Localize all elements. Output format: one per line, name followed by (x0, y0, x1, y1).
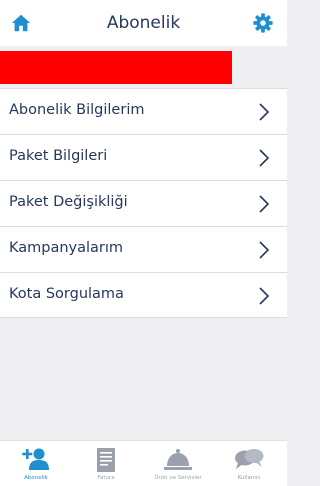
service-bell-icon (164, 449, 192, 470)
menu-item-campaigns[interactable]: Kampanyalarım (0, 226, 287, 272)
menu-item-label: Abonelik Bilgilerim (9, 102, 145, 118)
menu-item-label: Kampanyalarım (9, 240, 124, 256)
menu-item-quota-query[interactable]: Kota Sorgulama (0, 272, 287, 318)
tab-label: Kullanıcı (237, 475, 261, 481)
banner-area (0, 46, 287, 88)
menu-item-label: Kota Sorgulama (9, 286, 124, 302)
bottom-tab-bar: Abonelik Fatura Ürün ve Servisler Kullan… (0, 440, 287, 486)
top-header: Abonelik (0, 0, 287, 46)
tab-label: Fatura (97, 475, 115, 481)
app-screen: Abonelik Abonelik Bilgilerim Paket Bilgi… (0, 0, 287, 486)
tab-user[interactable]: Kullanıcı (213, 441, 285, 486)
invoice-icon (97, 448, 115, 472)
chevron-right-icon (259, 103, 270, 121)
tab-label: Abonelik (24, 475, 48, 481)
menu-item-label: Paket Bilgileri (9, 148, 108, 164)
gear-icon[interactable] (252, 12, 274, 34)
tab-products-services[interactable]: Ürün ve Servisler (142, 441, 214, 486)
chevron-right-icon (259, 287, 270, 305)
tab-label: Ürün ve Servisler (154, 475, 202, 481)
redacted-banner (0, 51, 232, 84)
menu-item-package-info[interactable]: Paket Bilgileri (0, 134, 287, 180)
chevron-right-icon (259, 241, 270, 259)
add-user-icon (22, 448, 49, 470)
menu-item-package-change[interactable]: Paket Değişikliği (0, 180, 287, 226)
menu-item-label: Paket Değişikliği (9, 194, 128, 210)
page-title: Abonelik (106, 13, 181, 33)
chevron-right-icon (259, 149, 270, 167)
tab-invoice[interactable]: Fatura (70, 441, 142, 486)
chat-bubbles-icon (235, 449, 264, 469)
chevron-right-icon (259, 195, 270, 213)
menu-item-subscription-info[interactable]: Abonelik Bilgilerim (0, 88, 287, 134)
tab-subscription[interactable]: Abonelik (0, 441, 72, 486)
subscription-menu: Abonelik Bilgilerim Paket Bilgileri Pake… (0, 88, 287, 318)
